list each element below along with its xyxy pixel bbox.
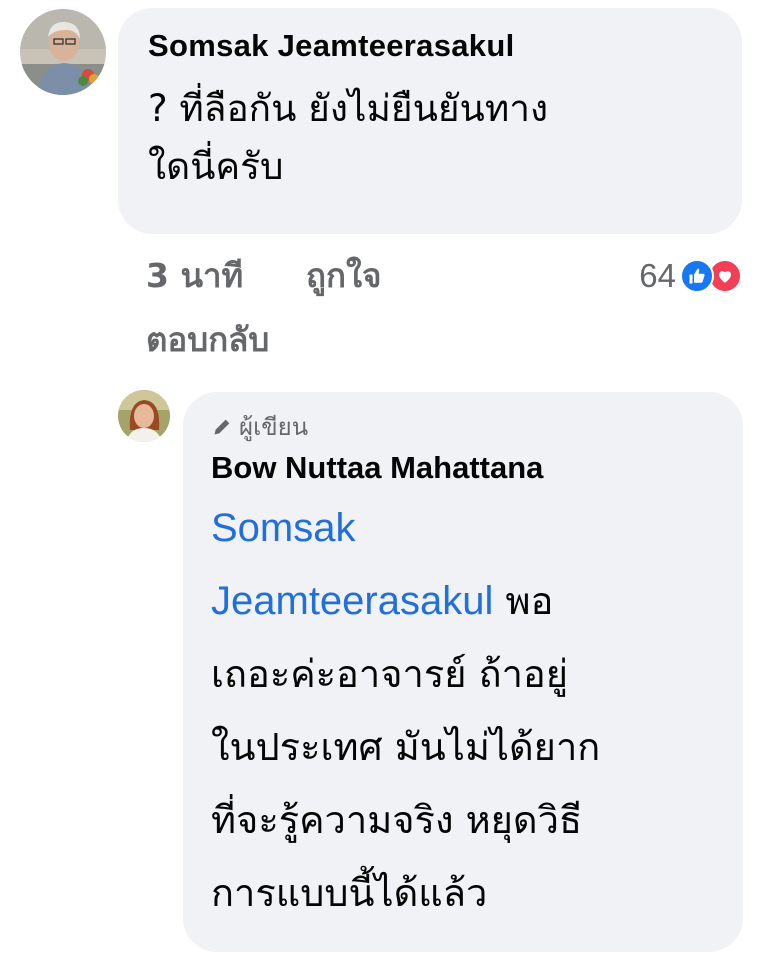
reply-bubble: ผู้เขียน Bow Nuttaa Mahattana Somsak Jea… [183,392,743,952]
comment-author[interactable]: Somsak Jeamteerasakul [148,26,712,66]
comment-timestamp[interactable]: 3 นาที [146,254,243,298]
reaction-count: 64 [639,257,676,294]
comment-bubble: Somsak Jeamteerasakul ? ที่ลือกัน ยังไม่… [118,8,742,234]
like-button[interactable]: ถูกใจ [306,254,381,298]
comment-actions: 3 นาที ถูกใจ ตอบกลับ 64 [146,250,742,370]
reply-button[interactable]: ตอบกลับ [146,318,269,362]
mention-link[interactable]: Jeamteerasakul [211,579,493,623]
reply-text-fragment: พอ [493,579,554,623]
pencil-icon [214,419,230,435]
comment-text: ? ที่ลือกัน ยังไม่ยืนยันทาง ใดนี่ครับ [148,80,712,196]
reply-text-line: Jeamteerasakul พอ [211,565,713,638]
reply-text-line: เถอะค่ะอาจารย์ ถ้าอยู่ [211,652,569,696]
author-badge-label: ผู้เขียน [239,413,309,441]
reply-text: Somsak Jeamteerasakul พอ เถอะค่ะอาจารย์ … [211,492,713,930]
reaction-summary[interactable]: 64 [639,254,742,298]
reply-author[interactable]: Bow Nuttaa Mahattana [211,448,713,488]
comment-text-line: ? ที่ลือกัน ยังไม่ยืนยันทาง [148,87,549,130]
author-badge: ผู้เขียน [211,412,713,442]
mention-link[interactable]: Somsak [211,506,356,550]
avatar-somsak[interactable] [20,9,106,95]
avatar-bow[interactable] [118,390,170,442]
reply-text-line: Somsak [211,492,713,565]
reply-text-line: ที่จะรู้ความจริง หยุดวิธี [211,798,583,842]
like-icon [680,259,714,293]
reply-text-line: การแบบนี้ได้แล้ว [211,871,488,915]
comment-text-line: ใดนี่ครับ [148,145,284,188]
reply-text-line: ในประเทศ มันไม่ได้ยาก [211,725,601,769]
